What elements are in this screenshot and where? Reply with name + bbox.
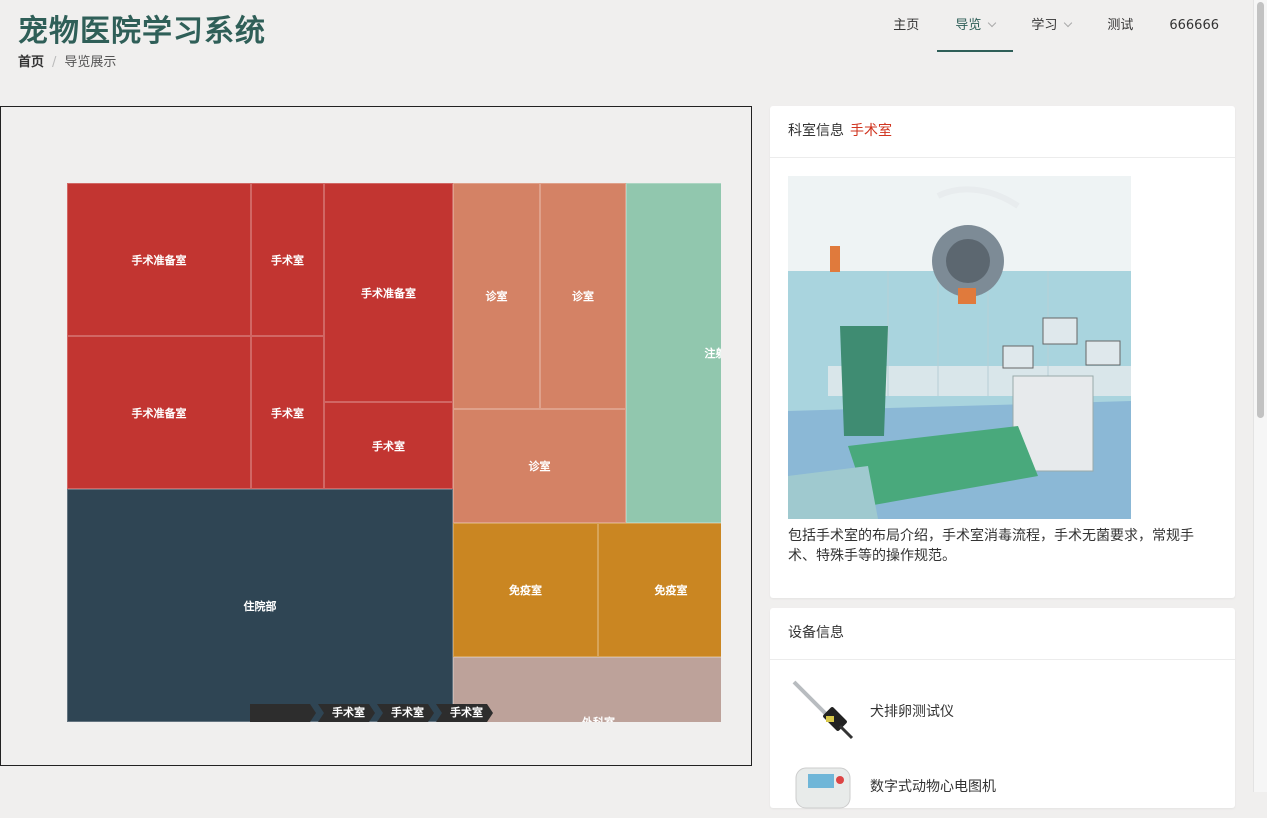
treemap-cell[interactable]: 手术室 <box>251 183 324 336</box>
treemap-cell-label: 手术准备室 <box>361 286 416 300</box>
room-name: 手术室 <box>850 123 892 139</box>
device-item[interactable]: 犬排卵测试仪 <box>788 674 954 748</box>
room-photo <box>788 176 1131 519</box>
room-info-header: 科室信息 手术室 <box>770 106 1235 158</box>
treemap-cell[interactable]: 手术准备室 <box>67 336 251 489</box>
chevron-down-icon <box>1064 18 1073 28</box>
treemap-cell[interactable]: 诊室 <box>453 409 626 523</box>
nav-guide-label: 导览 <box>955 18 982 33</box>
treemap-path-bar: 手术室 手术室 手术室 <box>250 704 495 722</box>
nav-study[interactable]: 学习 <box>1013 0 1089 52</box>
room-info-card: 科室信息 手术室 包括手术室的布局介绍，手术室消毒流程，手术无菌要求，常规手术、… <box>770 106 1235 598</box>
treemap-path-root[interactable] <box>250 704 316 722</box>
breadcrumb: 首页 / 导览展示 <box>18 51 116 70</box>
hospital-treemap: 手术准备室 手术室 手术准备室 手术准备室 手术室 手术室 诊室 诊室 诊室 注… <box>67 183 721 722</box>
hospital-map-panel: 手术准备室 手术室 手术准备室 手术准备室 手术室 手术室 诊室 诊室 诊室 注… <box>0 106 752 766</box>
device-name: 犬排卵测试仪 <box>870 704 954 720</box>
treemap-cell[interactable]: 手术室 <box>251 336 324 489</box>
treemap-path-item[interactable]: 手术室 <box>436 704 493 722</box>
treemap-cell-label: 免疫室 <box>654 584 688 597</box>
nav-home[interactable]: 主页 <box>875 0 937 52</box>
top-nav: 主页 导览 学习 测试 666666 <box>875 0 1237 52</box>
treemap-cell-label: 诊室 <box>572 290 594 303</box>
treemap-cell[interactable]: 注射室 <box>626 183 721 523</box>
ovulation-tester-icon <box>788 674 858 748</box>
device-info-header: 设备信息 <box>770 608 1235 660</box>
ecg-machine-icon <box>788 754 858 818</box>
treemap-cell-label: 住院部 <box>243 599 277 613</box>
room-description: 包括手术室的布局介绍，手术室消毒流程，手术无菌要求，常规手术、特殊手等的操作规范… <box>788 528 1194 564</box>
treemap-path-item[interactable]: 手术室 <box>318 704 375 722</box>
device-name: 数字式动物心电图机 <box>870 779 996 795</box>
treemap-cell-label: 诊室 <box>528 460 551 473</box>
nav-test[interactable]: 测试 <box>1089 0 1151 52</box>
treemap-cell-label: 免疫室 <box>509 584 542 597</box>
treemap-cell-label: 手术室 <box>372 439 405 453</box>
treemap-cell-label: 诊室 <box>485 290 508 303</box>
treemap-cell[interactable]: 免疫室 <box>453 523 598 657</box>
chevron-down-icon <box>988 18 997 28</box>
treemap-cell-label: 手术室 <box>271 253 304 267</box>
nav-test-label: 测试 <box>1107 18 1134 33</box>
nav-home-label: 主页 <box>893 18 920 33</box>
treemap-cell[interactable]: 手术准备室 <box>67 183 251 336</box>
breadcrumb-home[interactable]: 首页 <box>18 55 44 70</box>
treemap-cell-label: 手术准备室 <box>131 253 187 267</box>
breadcrumb-current: 导览展示 <box>64 55 117 70</box>
room-info-heading: 科室信息 <box>788 123 844 139</box>
treemap-cell[interactable]: 手术室 <box>324 402 453 489</box>
nav-guide[interactable]: 导览 <box>937 0 1014 52</box>
nav-study-label: 学习 <box>1031 18 1058 33</box>
treemap-cell[interactable]: 免疫室 <box>598 523 721 657</box>
device-info-heading: 设备信息 <box>788 625 844 641</box>
treemap-cell[interactable]: 手术准备室 <box>324 183 453 402</box>
treemap-path-item[interactable]: 手术室 <box>377 704 434 722</box>
app-title: 宠物医院学习系统 <box>18 14 266 49</box>
treemap-cell-label: 手术准备室 <box>131 406 187 420</box>
nav-user[interactable]: 666666 <box>1151 0 1237 52</box>
treemap-cell-label: 手术室 <box>271 406 304 420</box>
treemap-cell-label: 外科室 <box>582 714 615 722</box>
device-item[interactable]: 数字式动物心电图机 <box>788 754 996 818</box>
scrollbar-thumb[interactable] <box>1257 2 1264 418</box>
treemap-cell[interactable]: 诊室 <box>540 183 626 409</box>
page-scrollbar[interactable] <box>1253 0 1267 792</box>
nav-user-label: 666666 <box>1169 18 1219 33</box>
breadcrumb-separator: / <box>52 55 57 70</box>
device-info-card: 设备信息 犬排卵测试仪 数字式动物心电图机 <box>770 608 1235 809</box>
treemap-cell[interactable]: 住院部 <box>67 489 453 722</box>
treemap-cell-label: 注射室 <box>704 347 722 360</box>
treemap-cell[interactable]: 诊室 <box>453 183 540 409</box>
